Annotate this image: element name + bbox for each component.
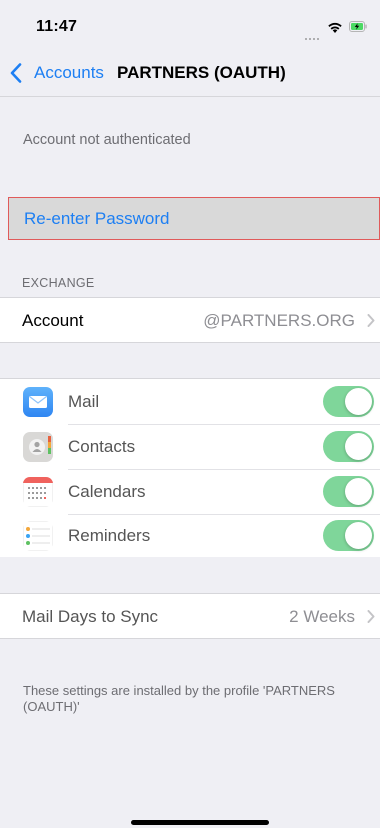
account-row[interactable]: Account @PARTNERS.ORG <box>0 298 380 342</box>
exchange-section-header: EXCHANGE <box>22 276 95 290</box>
account-row-label: Account <box>22 311 84 330</box>
reminders-label: Reminders <box>68 526 151 545</box>
calendars-row: Calendars <box>0 469 380 514</box>
calendars-icon <box>23 477 53 507</box>
mail-row: Mail <box>0 379 380 424</box>
mail-days-label: Mail Days to Sync <box>22 607 159 626</box>
profile-footer-text: These settings are installed by the prof… <box>23 683 335 714</box>
signal-icon <box>305 27 325 40</box>
reenter-password-button[interactable]: Re-enter Password <box>8 197 380 240</box>
contacts-label: Contacts <box>68 437 136 456</box>
mail-days-value: 2 Weeks <box>289 607 355 626</box>
reminders-row: Reminders <box>0 514 380 557</box>
contacts-icon <box>23 432 53 462</box>
calendars-toggle[interactable] <box>323 476 374 507</box>
mail-label: Mail <box>68 392 100 411</box>
mail-icon <box>23 387 53 417</box>
mail-toggle[interactable] <box>323 386 374 417</box>
reminders-icon <box>23 521 53 551</box>
contacts-row: Contacts <box>0 424 380 469</box>
mail-days-row[interactable]: Mail Days to Sync 2 Weeks <box>0 594 380 638</box>
chevron-right-icon <box>367 314 375 327</box>
services-group: Mail Contacts Calendars Reminders <box>0 379 380 557</box>
account-row-value: @PARTNERS.ORG <box>203 311 355 330</box>
chevron-right-icon <box>367 610 375 623</box>
page-title: PARTNERS (OAUTH) <box>117 63 286 82</box>
nav-divider <box>0 96 380 97</box>
back-chevron-icon[interactable] <box>10 63 22 83</box>
battery-charging-icon <box>349 21 367 32</box>
calendars-label: Calendars <box>68 482 146 501</box>
reenter-password-label: Re-enter Password <box>24 209 170 228</box>
back-button[interactable]: Accounts <box>34 63 104 83</box>
section-divider <box>0 638 380 639</box>
wifi-icon <box>328 22 342 33</box>
account-status-text: Account not authenticated <box>23 132 191 148</box>
contacts-toggle[interactable] <box>323 431 374 462</box>
home-indicator <box>131 820 269 825</box>
section-divider <box>0 342 380 343</box>
status-bar: 11:47 <box>0 0 380 50</box>
status-time: 11:47 <box>36 18 78 35</box>
reminders-toggle[interactable] <box>323 520 374 551</box>
